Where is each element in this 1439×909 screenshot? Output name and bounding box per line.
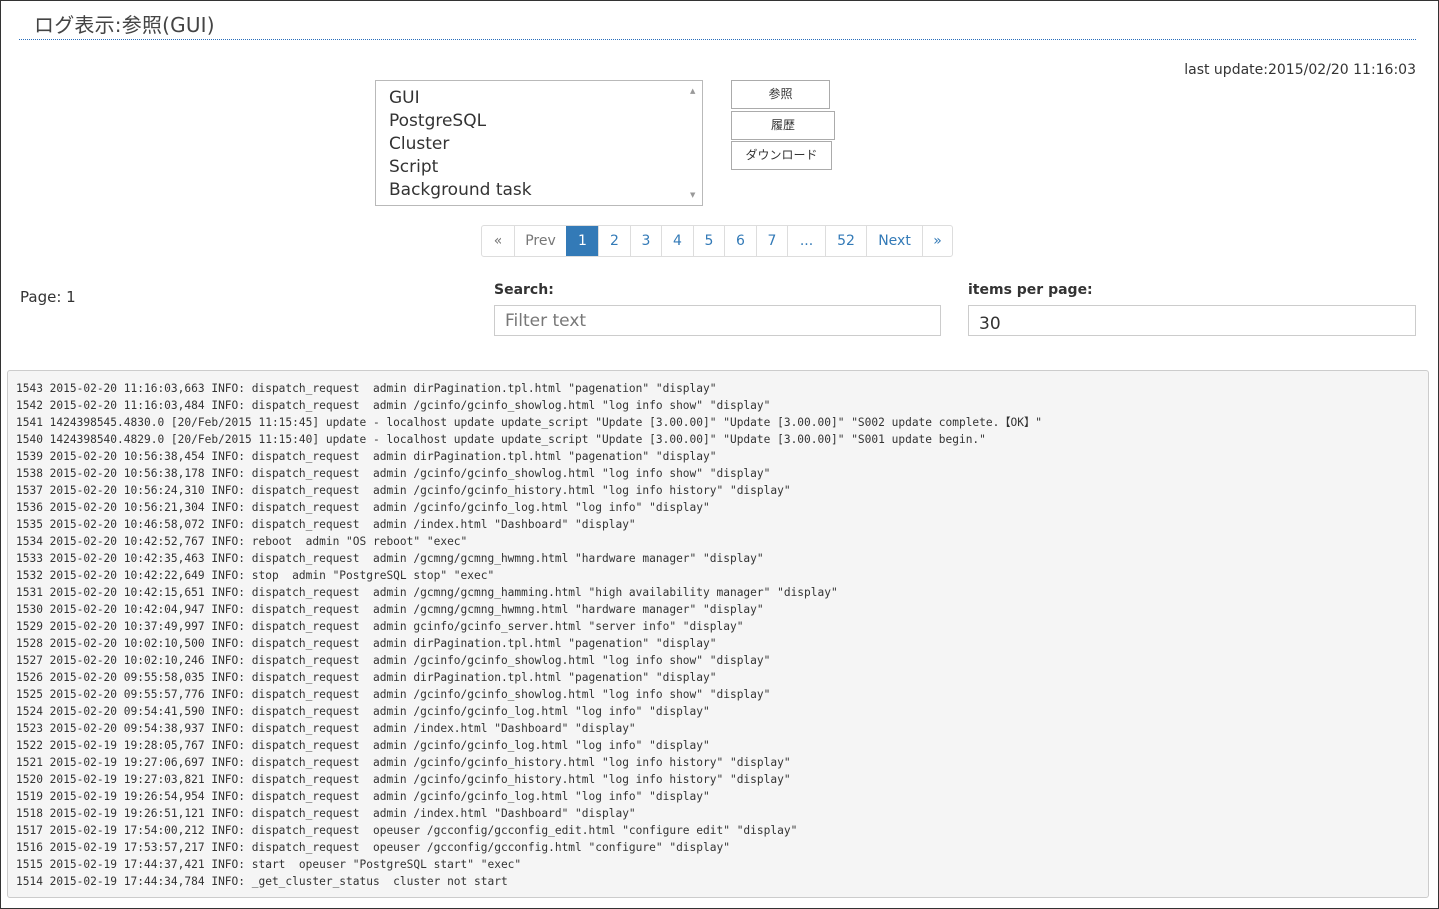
- pagination: «Prev 1 2 3 4 5 6 7... 52 Next»: [481, 225, 953, 257]
- log-line: 1529 2015-02-20 10:37:49,997 INFO: dispa…: [16, 620, 744, 633]
- page-link-52[interactable]: 52: [825, 226, 866, 256]
- prev-page-link[interactable]: Prev: [514, 226, 566, 256]
- log-line: 1522 2015-02-19 19:28:05,767 INFO: dispa…: [16, 739, 710, 752]
- log-line: 1521 2015-02-19 19:27:06,697 INFO: dispa…: [16, 756, 791, 769]
- page-link-1[interactable]: 1: [566, 226, 598, 256]
- last-page-link[interactable]: »: [922, 226, 952, 256]
- page-link-2[interactable]: 2: [598, 226, 630, 256]
- log-line: 1540 1424398540.4829.0 [20/Feb/2015 11:1…: [16, 433, 986, 446]
- log-line: 1520 2015-02-19 19:27:03,821 INFO: dispa…: [16, 773, 791, 786]
- log-line: 1536 2015-02-20 10:56:21,304 INFO: dispa…: [16, 501, 710, 514]
- log-line: 1517 2015-02-19 17:54:00,212 INFO: dispa…: [16, 824, 798, 837]
- log-output-panel: 1543 2015-02-20 11:16:03,663 INFO: dispa…: [7, 370, 1429, 898]
- page-number-label: Page: 1: [20, 288, 76, 306]
- page-link-4[interactable]: 4: [661, 226, 693, 256]
- page-ellipsis: ...: [787, 226, 825, 256]
- log-line: 1531 2015-02-20 10:42:15,651 INFO: dispa…: [16, 586, 838, 599]
- log-line: 1535 2015-02-20 10:46:58,072 INFO: dispa…: [16, 518, 636, 531]
- items-per-page-input[interactable]: [968, 305, 1416, 336]
- log-line: 1534 2015-02-20 10:42:52,767 INFO: reboo…: [16, 535, 468, 548]
- log-line: 1524 2015-02-20 09:54:41,590 INFO: dispa…: [16, 705, 710, 718]
- log-type-option[interactable]: Cluster: [376, 133, 532, 156]
- title-divider: [19, 39, 1416, 40]
- page-link-6[interactable]: 6: [724, 226, 756, 256]
- search-label: Search:: [494, 282, 554, 298]
- log-line: 1523 2015-02-20 09:54:38,937 INFO: dispa…: [16, 722, 636, 735]
- log-line: 1532 2015-02-20 10:42:22,649 INFO: stop …: [16, 569, 495, 582]
- next-page-link[interactable]: Next: [866, 226, 922, 256]
- log-line: 1518 2015-02-19 19:26:51,121 INFO: dispa…: [16, 807, 636, 820]
- scroll-down-arrow-icon[interactable]: ▼: [690, 191, 695, 199]
- search-input[interactable]: [494, 305, 941, 336]
- last-update-label: last update:2015/02/20 11:16:03: [1184, 62, 1416, 78]
- log-line: 1519 2015-02-19 19:26:54,954 INFO: dispa…: [16, 790, 710, 803]
- first-page-link[interactable]: «: [482, 226, 514, 256]
- page-link-7[interactable]: 7: [756, 226, 787, 256]
- log-line: 1533 2015-02-20 10:42:35,463 INFO: dispa…: [16, 552, 764, 565]
- log-line: 1515 2015-02-19 17:44:37,421 INFO: start…: [16, 858, 522, 871]
- listbox-scrollbar[interactable]: ▲ ▼: [686, 81, 702, 205]
- log-line: 1530 2015-02-20 10:42:04,947 INFO: dispa…: [16, 603, 764, 616]
- items-per-page-label: items per page:: [968, 282, 1093, 298]
- log-type-listbox[interactable]: GUI PostgreSQL Cluster Script Background tas…: [375, 80, 703, 206]
- log-line: 1516 2015-02-19 17:53:57,217 INFO: dispa…: [16, 841, 730, 854]
- page-title: ログ表示:参照(GUI): [34, 13, 215, 37]
- log-line: 1543 2015-02-20 11:16:03,663 INFO: dispa…: [16, 382, 717, 395]
- page-link-3[interactable]: 3: [630, 226, 661, 256]
- log-line: 1527 2015-02-20 10:02:10,246 INFO: dispa…: [16, 654, 771, 667]
- log-type-option[interactable]: PostgreSQL: [376, 110, 532, 133]
- log-type-option[interactable]: GUI: [376, 87, 532, 110]
- page-link-5[interactable]: 5: [693, 226, 724, 256]
- log-type-option[interactable]: Background task: [376, 179, 532, 202]
- log-line: 1514 2015-02-19 17:44:34,784 INFO: _get_…: [16, 875, 508, 888]
- log-type-option[interactable]: Script: [376, 156, 532, 179]
- log-line: 1542 2015-02-20 11:16:03,484 INFO: dispa…: [16, 399, 771, 412]
- log-line: 1525 2015-02-20 09:55:57,776 INFO: dispa…: [16, 688, 771, 701]
- history-button[interactable]: 履歴: [731, 111, 835, 140]
- reference-button[interactable]: 参照: [731, 80, 830, 109]
- log-line: 1526 2015-02-20 09:55:58,035 INFO: dispa…: [16, 671, 717, 684]
- download-button[interactable]: ダウンロード: [731, 141, 832, 170]
- log-line: 1537 2015-02-20 10:56:24,310 INFO: dispa…: [16, 484, 791, 497]
- log-line: 1539 2015-02-20 10:56:38,454 INFO: dispa…: [16, 450, 717, 463]
- log-line: 1538 2015-02-20 10:56:38,178 INFO: dispa…: [16, 467, 771, 480]
- scroll-up-arrow-icon[interactable]: ▲: [690, 87, 695, 95]
- log-line: 1541 1424398545.4830.0 [20/Feb/2015 11:1…: [16, 416, 1042, 429]
- log-line: 1528 2015-02-20 10:02:10,500 INFO: dispa…: [16, 637, 717, 650]
